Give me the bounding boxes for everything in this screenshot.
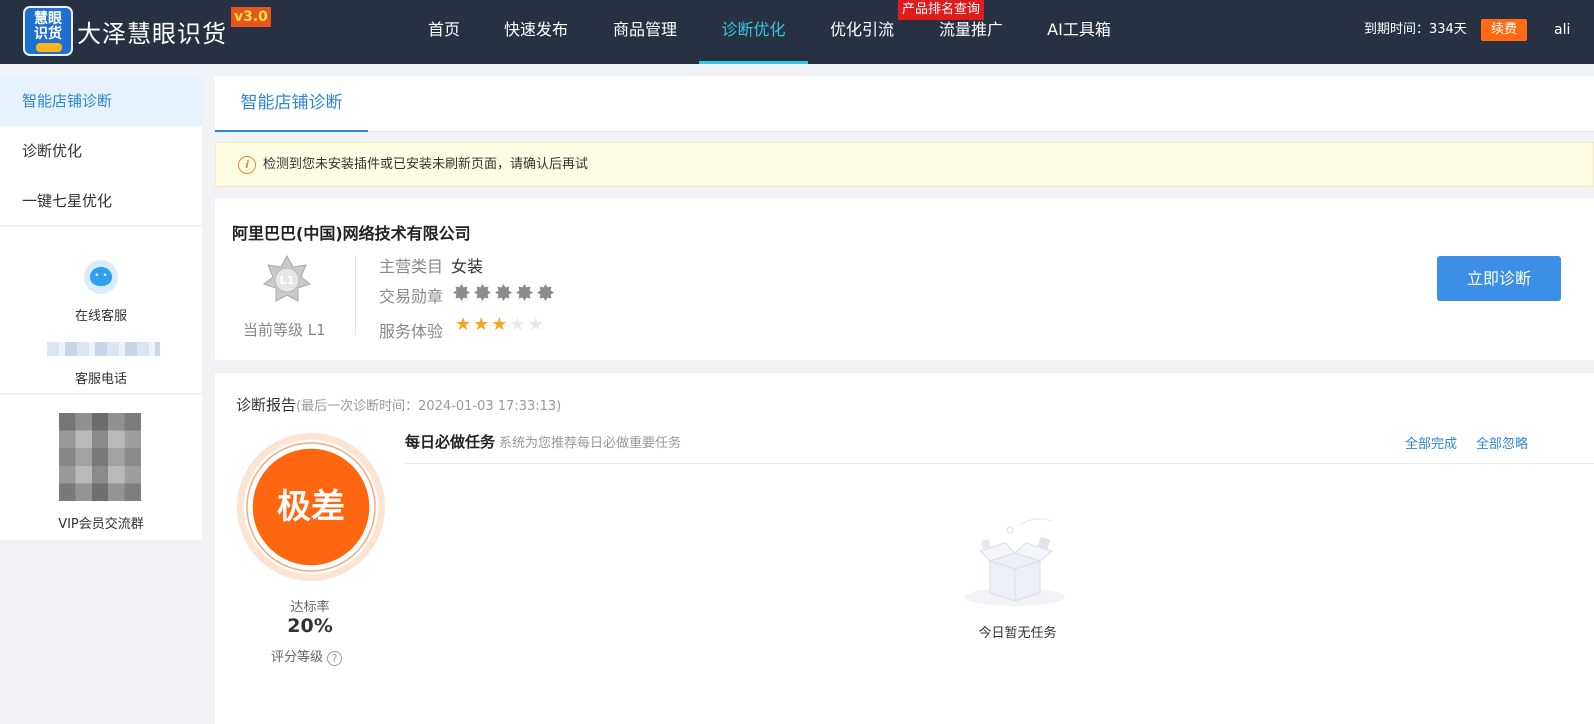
ignore-all-link[interactable]: 全部忽略 [1476,433,1528,452]
current-level: 当前等级 L1 [243,321,326,339]
logo-badge [36,43,62,52]
grade-label: 评分等级 [271,650,324,665]
service-stars: ★★★★★ [455,315,546,335]
empty-task-text: 今日暂无任务 [978,626,1057,641]
star-icon: ★ [455,314,474,335]
nav-quick-publish[interactable]: 快速发布 [497,0,575,64]
sidebar-item-diagnose-optimize[interactable]: 诊断优化 [0,126,202,176]
version-badge: v3.0 [231,7,271,27]
rate-value: 20% [287,615,333,637]
hot-tag-ranking-query[interactable]: 产品排名查询 [898,0,985,20]
app-logo[interactable]: 慧眼 识货 [23,6,73,56]
nav-optimize-traffic[interactable]: 优化引流 [823,0,901,64]
customer-service-icon[interactable]: • • [84,260,118,294]
shop-info-card: 阿里巴巴(中国)网络技术有限公司 L1 当前等级 L1 主营类目 女装 交易勋章 … [215,198,1594,360]
sidebar-item-smart-diagnosis[interactable]: 智能店铺诊断 [0,76,202,126]
nav-diagnose-optimize[interactable]: 诊断优化 [699,0,808,64]
rate-label: 达标率 [290,600,330,615]
medal-label: 交易勋章 [379,287,444,306]
last-diagnosis-time: (最后一次诊断时间：2024-01-03 17:33:13) [296,399,562,414]
trade-medals [453,284,558,301]
shop-name: 阿里巴巴(中国)网络技术有限公司 [232,224,471,243]
vip-group-label: VIP会员交流群 [58,517,144,532]
service-label: 服务体验 [379,322,444,341]
medal-icon [516,284,533,301]
qr-code-image [59,413,141,501]
score-word: 极差 [277,487,345,527]
report-title-text: 诊断报告 [236,396,297,414]
online-service-label[interactable]: 在线客服 [0,305,202,324]
level-badge-text: L1 [280,274,295,287]
category-row: 主营类目 女装 [379,253,483,277]
tab-bar: 智能店铺诊断 [215,76,1594,132]
daily-task-title-text: 每日必做任务 [405,433,496,451]
star-icon: ★ [491,314,510,335]
diagnosis-report-card: 诊断报告(最后一次诊断时间：2024-01-03 17:33:13) 极差 达标… [215,373,1594,724]
support-panel: • • 在线客服 客服电话 [0,227,202,393]
tab-smart-diagnosis[interactable]: 智能店铺诊断 [215,76,368,132]
star-icon: ★ [509,314,528,335]
service-phone-label: 客服电话 [74,372,127,387]
phone-number-blurred [47,342,160,356]
plugin-alert: i 检测到您未安装插件或已安装未刷新页面，请确认后再试 [215,142,1594,187]
help-icon[interactable]: ? [327,651,343,666]
brand-name: 大泽慧眼识货 [77,20,227,48]
star-icon: ★ [527,314,546,335]
expire-time: 到期时间：334天 [1364,22,1467,37]
medal-icon [474,284,491,301]
medal-icon [495,284,512,301]
level-badge-icon: L1 [262,254,312,302]
daily-task-subtitle: 系统为您推荐每日必做重要任务 [499,436,682,451]
nav-product-management[interactable]: 商品管理 [606,0,684,64]
diagnose-now-button[interactable]: 立即诊断 [1437,256,1561,301]
complete-all-link[interactable]: 全部完成 [1405,433,1457,452]
sidebar-menu: 智能店铺诊断 诊断优化 一键七星优化 [0,76,202,225]
logo-line2: 识货 [34,26,62,42]
top-navbar: 慧眼 识货 大泽慧眼识货 v3.0 首页 快速发布 商品管理 诊断优化 优化引流… [0,0,1594,64]
daily-task-title: 每日必做任务 系统为您推荐每日必做重要任务 [405,431,681,452]
medal-icon [453,284,470,301]
score-ring: 极差 [237,433,385,581]
category-label: 主营类目 [379,257,444,276]
medal-icon [537,284,554,301]
category-value: 女装 [451,257,484,276]
report-title: 诊断报告(最后一次诊断时间：2024-01-03 17:33:13) [236,394,561,415]
divider [355,255,356,335]
sidebar-item-seven-star[interactable]: 一键七星优化 [0,176,202,226]
info-icon: i [238,156,256,174]
alert-text: 检测到您未安装插件或已安装未刷新页面，请确认后再试 [263,157,589,172]
empty-box-icon [965,518,1065,606]
user-name[interactable]: ali [1554,20,1570,40]
nav-home[interactable]: 首页 [415,0,473,64]
star-icon: ★ [473,314,492,335]
daily-task-header: 每日必做任务 系统为您推荐每日必做重要任务 全部完成 全部忽略 [405,431,1594,464]
nav-ai-toolbox[interactable]: AI工具箱 [1040,0,1118,64]
vip-group-panel: VIP会员交流群 [0,395,202,540]
renew-button[interactable]: 续费 [1481,19,1527,41]
grade-label-row: 评分等级? [271,646,343,666]
nav-active-underline [699,61,808,64]
logo-line1: 慧眼 [34,11,62,27]
